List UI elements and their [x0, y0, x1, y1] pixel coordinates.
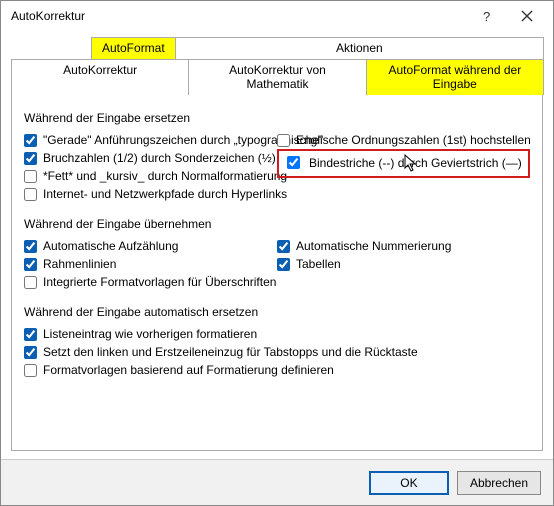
checkbox-input[interactable]: [287, 156, 300, 169]
checkbox-styles[interactable]: Integrierte Formatvorlagen für Überschri…: [24, 273, 277, 291]
titlebar: AutoKorrektur ?: [1, 1, 553, 31]
checkbox-input[interactable]: [24, 170, 37, 183]
checkbox-label: Listeneintrag wie vorherigen formatieren: [43, 327, 257, 341]
tab-label: AutoKorrektur von Mathematik: [229, 63, 326, 91]
tab-aktionen[interactable]: Aktionen: [175, 37, 544, 59]
checkbox-bullets[interactable]: Automatische Aufzählung: [24, 237, 277, 255]
checkbox-numbering[interactable]: Automatische Nummerierung: [277, 237, 530, 255]
checkbox-input[interactable]: [24, 152, 37, 165]
tab-panel: Während der Eingabe ersetzen "Gerade" An…: [11, 94, 543, 451]
checkbox-input[interactable]: [277, 134, 290, 147]
group-auto-label: Während der Eingabe automatisch ersetzen: [24, 305, 530, 319]
checkbox-input[interactable]: [24, 346, 37, 359]
tab-label: AutoFormat: [102, 41, 165, 55]
checkbox-input[interactable]: [24, 188, 37, 201]
ok-button[interactable]: OK: [369, 471, 449, 495]
button-label: Abbrechen: [470, 476, 528, 490]
checkbox-bold-italic[interactable]: *Fett* und _kursiv_ durch Normalformatie…: [24, 167, 277, 185]
close-button[interactable]: [507, 2, 547, 30]
checkbox-label: Automatische Aufzählung: [43, 239, 178, 253]
checkbox-input[interactable]: [24, 134, 37, 147]
checkbox-label: Rahmenlinien: [43, 257, 116, 271]
cancel-button[interactable]: Abbrechen: [457, 471, 541, 495]
checkbox-label: Tabellen: [296, 257, 341, 271]
tab-autoformat-eingabe[interactable]: AutoFormat während der Eingabe: [366, 59, 544, 95]
checkbox-input[interactable]: [24, 240, 37, 253]
checkbox-input[interactable]: [24, 364, 37, 377]
checkbox-label: Bindestriche (--) durch Geviertstrich (—…: [309, 156, 522, 170]
tab-label: AutoFormat während der Eingabe: [388, 63, 521, 91]
checkbox-indent[interactable]: Setzt den linken und Erstzeileneinzug fü…: [24, 343, 530, 361]
dialog-window: AutoKorrektur ? AutoFormat Aktionen Auto…: [0, 0, 554, 506]
checkbox-input[interactable]: [277, 258, 290, 271]
checkbox-label: Bruchzahlen (1/2) durch Sonderzeichen (½…: [43, 151, 276, 165]
checkbox-label: Formatvorlagen basierend auf Formatierun…: [43, 363, 334, 377]
checkbox-tables[interactable]: Tabellen: [277, 255, 530, 273]
highlighted-option: Bindestriche (--) durch Geviertstrich (—…: [277, 149, 530, 178]
checkbox-input[interactable]: [277, 240, 290, 253]
tab-autokorrektur[interactable]: AutoKorrektur: [11, 59, 189, 95]
group-apply-label: Während der Eingabe übernehmen: [24, 217, 530, 231]
svg-text:?: ?: [483, 10, 490, 22]
checkbox-hyperlinks[interactable]: Internet- und Netzwerkpfade durch Hyperl…: [24, 185, 277, 203]
checkbox-fractions[interactable]: Bruchzahlen (1/2) durch Sonderzeichen (½…: [24, 149, 277, 167]
group-replace-label: Während der Eingabe ersetzen: [24, 111, 530, 125]
tab-autokorrektur-math[interactable]: AutoKorrektur von Mathematik: [188, 59, 366, 95]
tab-autoformat[interactable]: AutoFormat: [91, 37, 176, 59]
checkbox-input[interactable]: [24, 258, 37, 271]
tab-label: Aktionen: [336, 41, 383, 55]
checkbox-define-styles[interactable]: Formatvorlagen basierend auf Formatierun…: [24, 361, 530, 379]
button-label: OK: [400, 476, 417, 490]
checkbox-label: Automatische Nummerierung: [296, 239, 451, 253]
checkbox-label: Internet- und Netzwerkpfade durch Hyperl…: [43, 187, 287, 201]
checkbox-input[interactable]: [24, 328, 37, 341]
checkbox-label: Integrierte Formatvorlagen für Überschri…: [43, 275, 276, 289]
checkbox-list-format[interactable]: Listeneintrag wie vorherigen formatieren: [24, 325, 530, 343]
tab-control: AutoFormat Aktionen AutoKorrektur AutoKo…: [11, 37, 543, 95]
dialog-content: AutoFormat Aktionen AutoKorrektur AutoKo…: [1, 31, 553, 459]
checkbox-label: *Fett* und _kursiv_ durch Normalformatie…: [43, 169, 287, 183]
tab-label: AutoKorrektur: [63, 63, 137, 77]
checkbox-input[interactable]: [24, 276, 37, 289]
checkbox-quotes[interactable]: "Gerade" Anführungszeichen durch „typogr…: [24, 131, 277, 149]
dialog-footer: OK Abbrechen: [1, 459, 553, 505]
help-button[interactable]: ?: [467, 2, 507, 30]
checkbox-ordinals[interactable]: Englische Ordnungszahlen (1st) hochstell…: [277, 131, 530, 149]
checkbox-label: Setzt den linken und Erstzeileneinzug fü…: [43, 345, 418, 359]
checkbox-label: Englische Ordnungszahlen (1st) hochstell…: [296, 133, 531, 147]
window-title: AutoKorrektur: [11, 9, 467, 23]
checkbox-borders[interactable]: Rahmenlinien: [24, 255, 277, 273]
